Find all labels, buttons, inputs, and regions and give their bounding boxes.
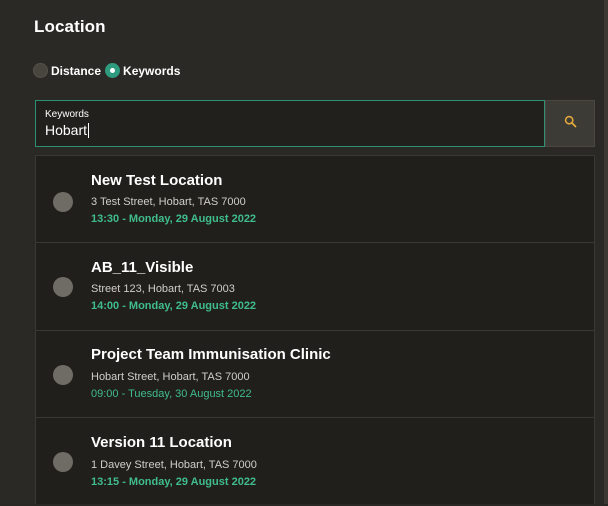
location-time: 14:00 - Monday, 29 August 2022 [91,300,257,312]
location-list-item[interactable]: AB_11_Visible Street 123, Hobart, TAS 70… [36,244,594,331]
text-cursor [88,122,90,138]
keywords-input-label: Keywords [45,109,89,120]
location-time: 09:00 - Tuesday, 30 August 2022 [91,388,252,400]
location-address: Hobart Street, Hobart, TAS 7000 [91,371,250,383]
location-radio[interactable] [53,452,73,472]
location-address: Street 123, Hobart, TAS 7003 [91,283,235,295]
panel-edge [604,0,608,504]
radio-label-keywords: Keywords [123,63,181,78]
radio-option-keywords[interactable]: Keywords [105,63,180,78]
location-time: 13:30 - Monday, 29 August 2022 [91,213,257,225]
location-panel: Location Distance Keywords Keywords Hoba… [0,0,608,504]
location-radio[interactable] [53,277,73,297]
section-title: Location [34,17,106,36]
search-icon [564,115,577,133]
location-list-item[interactable]: New Test Location 3 Test Street, Hobart,… [36,156,594,243]
radio-button-unselected[interactable] [33,63,48,78]
radio-button-selected[interactable] [105,63,121,78]
search-button[interactable] [545,100,595,147]
search-mode-radio-group: Distance Keywords [33,63,184,78]
location-radio[interactable] [53,365,73,385]
location-address: 3 Test Street, Hobart, TAS 7000 [91,196,246,208]
radio-option-distance[interactable]: Distance [33,63,101,78]
location-list-item[interactable]: Project Team Immunisation Clinic Hobart … [36,331,594,418]
keywords-input[interactable]: Keywords Hobart [35,100,545,147]
location-list-item[interactable]: Version 11 Location 1 Davey Street, Hoba… [36,419,594,506]
location-address: 1 Davey Street, Hobart, TAS 7000 [91,459,257,471]
location-name: Version 11 Location [91,434,232,451]
keywords-input-value[interactable]: Hobart [45,122,87,138]
location-name: New Test Location [91,172,223,189]
location-name: AB_11_Visible [91,259,194,276]
location-name: Project Team Immunisation Clinic [91,346,331,363]
location-radio[interactable] [53,192,73,212]
location-results-list: New Test Location 3 Test Street, Hobart,… [35,155,595,504]
location-time: 13:15 - Monday, 29 August 2022 [91,476,257,488]
radio-label-distance: Distance [51,63,102,78]
keywords-input-value-wrap: Hobart [45,122,90,138]
